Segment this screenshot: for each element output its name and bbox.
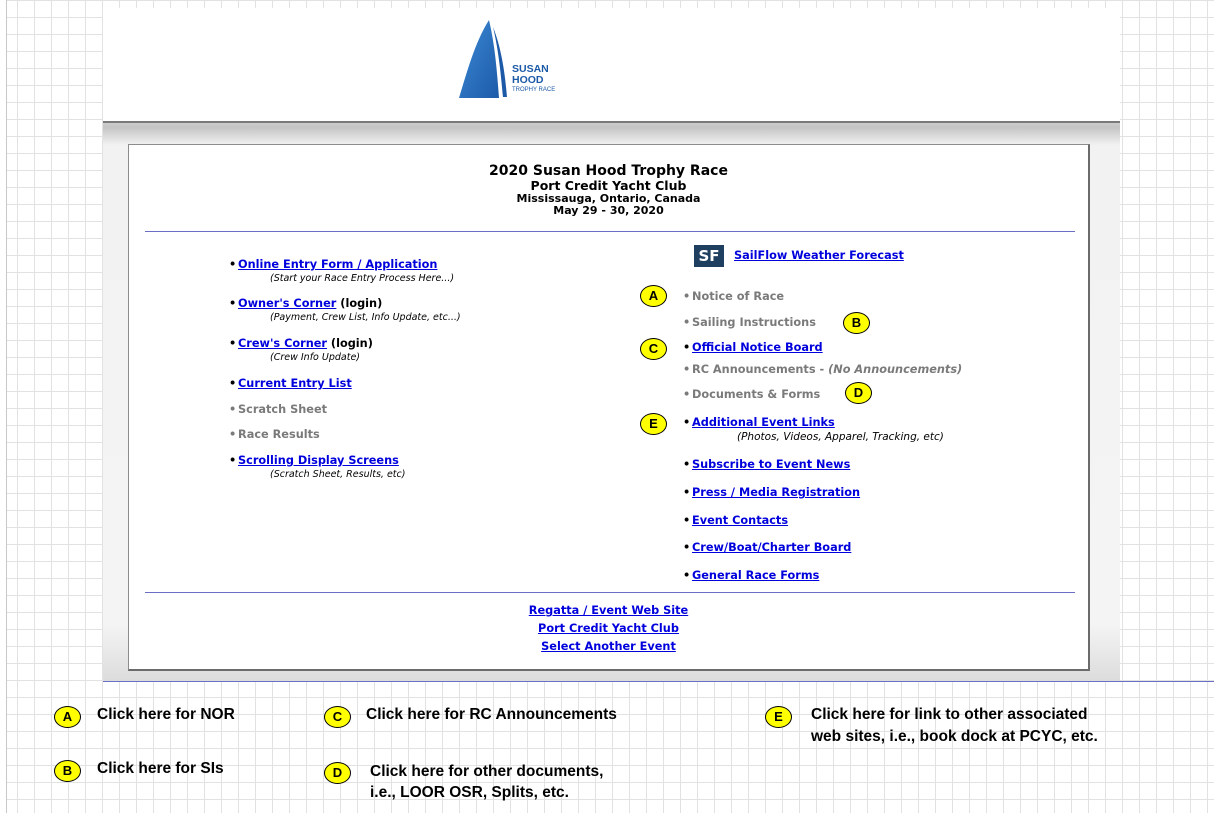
legend-text-a: Click here for NOR — [97, 706, 235, 723]
marker-a: A — [640, 285, 667, 307]
menu-item-documents-forms: • Documents & Forms — [683, 388, 821, 401]
marker-c: C — [640, 338, 667, 360]
menu-item-notice-of-race: • Notice of Race — [683, 290, 785, 303]
sailing-instructions-label[interactable]: Sailing Instructions — [692, 316, 816, 329]
menu-item-press: • Press / Media Registration — [683, 486, 861, 499]
event-club: Port Credit Yacht Club — [530, 178, 687, 193]
menu-item-sailing-instructions: • Sailing Instructions — [683, 316, 816, 329]
scrolling-display-link[interactable]: Scrolling Display Screens — [238, 454, 399, 467]
legend-marker-b: B — [54, 760, 81, 782]
legend-text-e-line1: Click here for link to other associated — [811, 706, 1088, 723]
legend-marker-e: E — [765, 706, 792, 728]
entry-form-note: (Start your Race Entry Process Here...) — [270, 273, 455, 284]
menu-item-entry-list: • Current Entry List — [229, 377, 352, 390]
footer-divider — [145, 592, 1075, 593]
legend-marker-d: D — [324, 762, 351, 784]
crews-corner-note: (Crew Info Update) — [270, 352, 360, 363]
menu-item-race-forms: • General Race Forms — [683, 569, 820, 582]
menu-item-subscribe: • Subscribe to Event News — [683, 458, 851, 471]
rc-announcements-status: (No Announcements) — [828, 363, 963, 376]
sailflow-logo-icon[interactable]: SF — [694, 245, 724, 267]
entry-form-link[interactable]: Online Entry Form / Application — [238, 258, 437, 271]
select-event-link[interactable]: Select Another Event — [541, 640, 676, 653]
race-results-label: Race Results — [238, 428, 320, 441]
event-dates: May 29 - 30, 2020 — [553, 204, 664, 217]
owners-corner-note: (Payment, Crew List, Info Update, etc...… — [270, 312, 461, 323]
documents-forms-label[interactable]: Documents & Forms — [692, 388, 820, 401]
event-title: 2020 Susan Hood Trophy Race — [489, 163, 728, 179]
club-site-link[interactable]: Port Credit Yacht Club — [538, 622, 679, 635]
legend-marker-a: A — [54, 706, 81, 728]
logo-line-2: HOOD — [512, 74, 544, 86]
crew-board-link[interactable]: Crew/Boat/Charter Board — [692, 541, 851, 554]
legend-text-b: Click here for SIs — [97, 760, 224, 777]
menu-item-scrolling-display: • Scrolling Display Screens — [229, 454, 399, 467]
menu-item-race-results: • Race Results — [229, 428, 320, 441]
event-links-note: (Photos, Videos, Apparel, Tracking, etc) — [737, 431, 944, 443]
menu-item-notice-board: • Official Notice Board — [683, 341, 823, 354]
subscribe-link[interactable]: Subscribe to Event News — [692, 458, 850, 471]
marker-e: E — [640, 413, 667, 435]
menu-item-event-links: • Additional Event Links — [683, 416, 835, 429]
marker-b: B — [843, 312, 870, 334]
menu-item-weather: SailFlow Weather Forecast — [734, 249, 904, 263]
event-links-link[interactable]: Additional Event Links — [692, 416, 835, 429]
page-header — [103, 8, 1120, 121]
legend-text-d-line2: i.e., LOOR OSR, Splits, etc. — [370, 784, 569, 801]
scrolling-display-note: (Scratch Sheet, Results, etc) — [270, 469, 406, 480]
legend-text-c: Click here for RC Announcements — [366, 706, 617, 723]
crews-corner-link[interactable]: Crew's Corner — [238, 337, 327, 350]
menu-item-crews-corner: • Crew's Corner (login) — [229, 337, 373, 350]
race-forms-link[interactable]: General Race Forms — [692, 569, 819, 582]
sail-icon — [459, 20, 499, 98]
footer-link-club: Port Credit Yacht Club — [129, 622, 1088, 636]
footer-link-select-event: Select Another Event — [129, 640, 1088, 654]
event-title-block: 2020 Susan Hood Trophy Race Port Credit … — [129, 163, 1088, 217]
window-left-edge — [0, 0, 7, 813]
press-registration-link[interactable]: Press / Media Registration — [692, 486, 860, 499]
marker-d: D — [845, 382, 872, 404]
legend-text-e-line2: web sites, i.e., book dock at PCYC, etc. — [811, 728, 1098, 745]
owners-corner-link[interactable]: Owner's Corner — [238, 297, 336, 310]
event-panel: 2020 Susan Hood Trophy Race Port Credit … — [128, 144, 1090, 671]
menu-item-scratch-sheet: • Scratch Sheet — [229, 403, 328, 416]
logo-line-3: TROPHY RACE — [512, 87, 555, 93]
rc-announcements-label[interactable]: RC Announcements - — [692, 363, 828, 376]
band-top-border — [103, 121, 1120, 123]
susan-hood-logo[interactable]: SUSAN HOOD TROPHY RACE — [445, 17, 585, 105]
page-bottom-rule — [103, 681, 1214, 682]
menu-item-crew-board: • Crew/Boat/Charter Board — [683, 541, 852, 554]
legend-marker-c: C — [324, 706, 351, 728]
entry-list-link[interactable]: Current Entry List — [238, 377, 352, 390]
notice-board-link[interactable]: Official Notice Board — [692, 341, 823, 354]
owners-corner-login-label: (login) — [340, 297, 383, 310]
weather-forecast-link[interactable]: SailFlow Weather Forecast — [734, 249, 904, 262]
header-divider — [145, 231, 1075, 232]
notice-of-race-label[interactable]: Notice of Race — [692, 290, 784, 303]
regatta-site-link[interactable]: Regatta / Event Web Site — [529, 604, 688, 617]
menu-item-rc-announcements: • RC Announcements - (No Announcements) — [683, 363, 963, 376]
legend-text-d-line1: Click here for other documents, — [370, 763, 604, 780]
menu-item-owners-corner: • Owner's Corner (login) — [229, 297, 383, 310]
footer-link-regatta: Regatta / Event Web Site — [129, 604, 1088, 618]
menu-item-contacts: • Event Contacts — [683, 514, 789, 527]
scratch-sheet-label: Scratch Sheet — [238, 403, 328, 416]
menu-item-entry-form: • Online Entry Form / Application — [229, 258, 438, 271]
crews-corner-login-label: (login) — [330, 337, 373, 350]
event-contacts-link[interactable]: Event Contacts — [692, 514, 788, 527]
